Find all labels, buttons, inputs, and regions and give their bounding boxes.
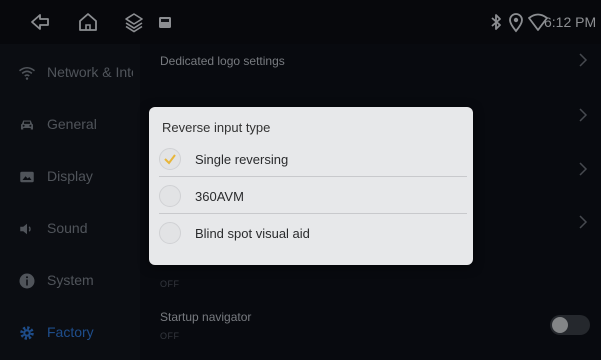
divider — [159, 176, 467, 177]
screen: 6:12 PM Network & Internet General Displ… — [0, 0, 601, 360]
radio-checked[interactable] — [159, 148, 181, 170]
option-360avm[interactable]: 360AVM — [159, 178, 467, 214]
radio-unchecked[interactable] — [159, 185, 181, 207]
option-label: Single reversing — [195, 152, 289, 167]
dialog-title: Reverse input type — [162, 120, 271, 135]
divider — [159, 213, 467, 214]
option-label: Blind spot visual aid — [195, 226, 310, 241]
option-single-reversing[interactable]: Single reversing — [159, 141, 467, 177]
reverse-input-type-dialog: Reverse input type Single reversing 360A… — [149, 107, 473, 265]
option-blind-spot-visual-aid[interactable]: Blind spot visual aid — [159, 215, 467, 251]
option-label: 360AVM — [195, 189, 244, 204]
radio-unchecked[interactable] — [159, 222, 181, 244]
